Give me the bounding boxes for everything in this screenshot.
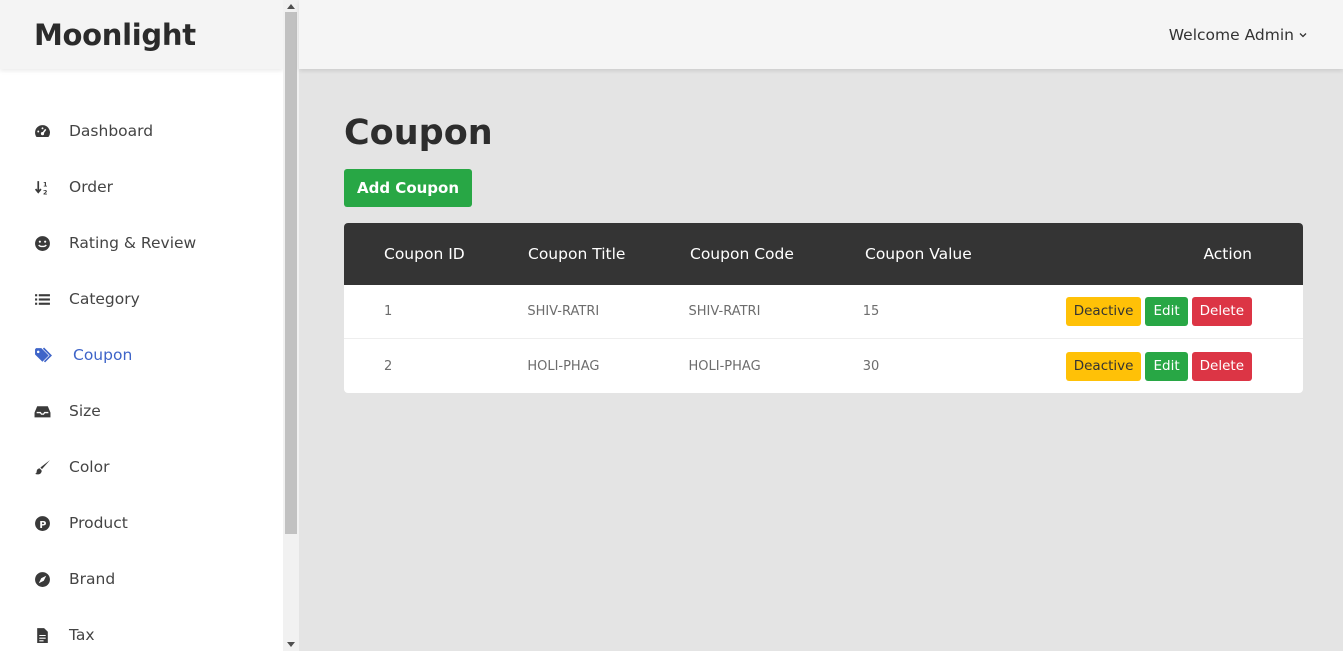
sidebar-item-label: Order [69,178,114,196]
scroll-down-arrow[interactable] [287,642,295,647]
chevron-down-icon [1299,32,1307,37]
cell-coupon-id: 1 [384,304,393,319]
coupon-table: Coupon ID Coupon Title Coupon Code Coupo… [344,223,1303,393]
product-icon: P [34,515,51,532]
sidebar-item-label: Coupon [73,346,133,364]
welcome-text: Welcome Admin [1168,25,1294,44]
cell-coupon-title: SHIV-RATRI [527,304,600,319]
sidebar-item-category[interactable]: Category [0,271,283,327]
cell-coupon-code: SHIV-RATRI [688,304,761,319]
scroll-up-arrow[interactable] [287,4,295,9]
brand-logo[interactable]: Moonlight [34,18,196,52]
sidebar-item-product[interactable]: P Product [0,495,283,551]
svg-text:P: P [39,519,46,530]
sidebar-item-dashboard[interactable]: Dashboard [0,103,283,159]
cell-coupon-title: HOLI-PHAG [527,358,600,374]
cell-actions: Deactive Edit Delete [1062,297,1303,326]
table-header: Coupon ID Coupon Title Coupon Code Coupo… [344,223,1303,285]
header-coupon-code: Coupon Code [690,245,794,263]
sidebar-item-order[interactable]: 12 Order [0,159,283,215]
sidebar-item-tax[interactable]: Tax [0,607,283,651]
cell-coupon-code: HOLI-PHAG [688,358,761,374]
sidebar-item-brand[interactable]: Brand [0,551,283,607]
svg-text:1: 1 [43,180,47,188]
deactive-button[interactable]: Deactive [1065,351,1142,381]
header-coupon-title: Coupon Title [528,245,626,263]
header-coupon-value: Coupon Value [865,245,972,263]
dashboard-icon [34,123,51,140]
sidebar: Moonlight Dashboard 12 Order Rating & Re… [0,0,283,651]
header-action: Action [1203,245,1252,263]
sidebar-item-rating-review[interactable]: Rating & Review [0,215,283,271]
edit-button[interactable]: Edit [1145,351,1188,381]
tags-icon [34,347,55,364]
sidebar-item-label: Dashboard [69,122,154,140]
compass-icon [34,571,51,588]
main-content: Coupon Add Coupon Coupon ID Coupon Title… [344,110,1303,393]
sidebar-item-label: Brand [69,570,116,588]
top-header: Welcome Admin [299,0,1343,69]
inbox-icon [34,403,51,420]
delete-button[interactable]: Delete [1191,351,1252,381]
list-icon [34,291,51,308]
add-coupon-button[interactable]: Add Coupon [344,169,473,207]
svg-text:2: 2 [43,188,47,196]
sidebar-item-label: Rating & Review [69,234,197,252]
sidebar-item-color[interactable]: Color [0,439,283,495]
cell-coupon-id: 2 [384,358,393,374]
sidebar-item-label: Product [69,514,128,532]
scrollbar-thumb[interactable] [285,12,297,534]
cell-actions: Deactive Edit Delete [1062,351,1303,381]
file-icon [34,627,51,644]
sidebar-scrollbar[interactable] [283,0,299,651]
cell-coupon-value: 30 [862,358,880,374]
smile-icon [34,235,51,252]
table-row: 1 SHIV-RATRI SHIV-RATRI 15 Deactive Edit… [344,285,1303,339]
sidebar-item-coupon[interactable]: Coupon [0,327,283,383]
cell-coupon-value: 15 [862,304,880,319]
sidebar-item-label: Size [69,402,101,420]
brand-bar: Moonlight [0,0,283,69]
user-menu[interactable]: Welcome Admin [1169,26,1307,44]
deactive-button[interactable]: Deactive [1065,297,1142,326]
sort-icon: 12 [34,179,51,196]
sidebar-nav: Dashboard 12 Order Rating & Review Categ… [0,69,283,651]
header-coupon-id: Coupon ID [384,245,465,263]
sidebar-item-size[interactable]: Size [0,383,283,439]
table-row: 2 HOLI-PHAG HOLI-PHAG 30 Deactive Edit D… [344,339,1303,393]
sidebar-item-label: Tax [69,626,95,644]
sidebar-item-label: Category [69,290,140,308]
sidebar-item-label: Color [69,458,110,476]
delete-button[interactable]: Delete [1191,297,1252,326]
brush-icon [34,459,51,476]
page-title: Coupon [344,113,493,153]
edit-button[interactable]: Edit [1145,297,1188,326]
